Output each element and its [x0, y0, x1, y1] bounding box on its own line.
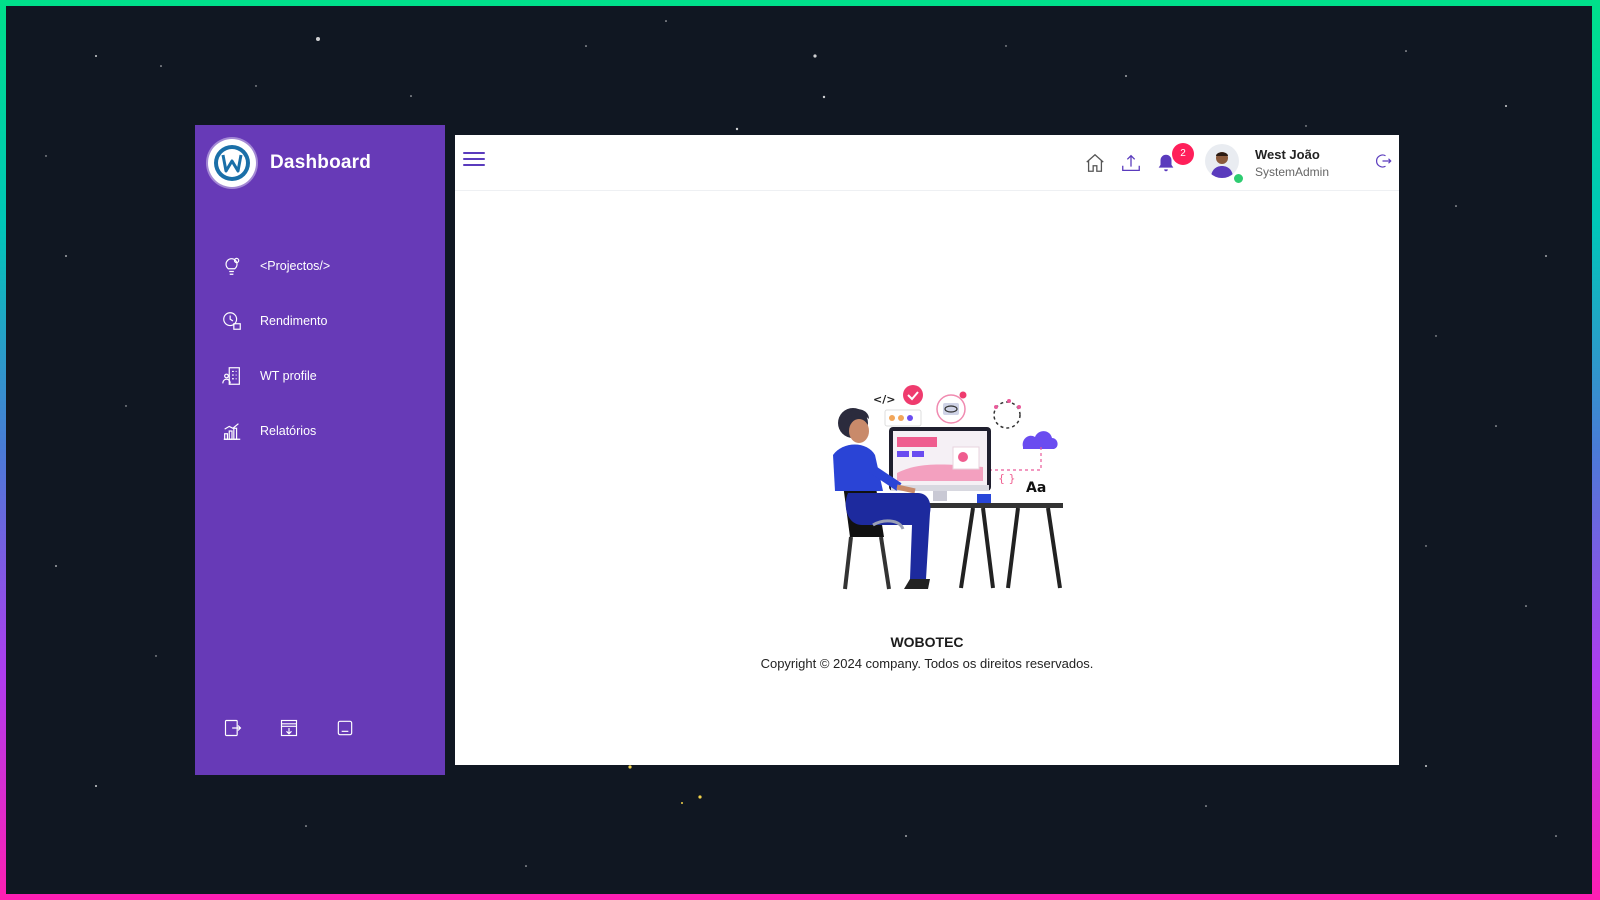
aa-text: Aa [1026, 480, 1046, 496]
copyright-text: Copyright © 2024 company. Todos os direi… [760, 656, 1094, 671]
sidebar-bottom-actions [223, 718, 355, 738]
building-profile-icon [222, 366, 240, 385]
user-role: SystemAdmin [1255, 165, 1330, 179]
brand-title: Dashboard [270, 152, 372, 173]
sidebar-item-label: Relatórios [260, 423, 317, 438]
main-panel: 2 West João SystemAdmin </> { } Aa WOBOT… [455, 135, 1399, 765]
user-name: West João [1255, 147, 1320, 162]
code-tag-text: </> [873, 393, 895, 406]
sidebar-nav: <Projectos/> Rendimento WT profile Relat… [221, 238, 431, 458]
sidebar-item-rendimento[interactable]: Rendimento [221, 293, 431, 348]
sidebar-item-label: <Projectos/> [260, 258, 331, 273]
top-bar: 2 West João SystemAdmin [455, 135, 1399, 191]
home-icon[interactable] [1084, 152, 1106, 174]
logout-icon[interactable] [1375, 152, 1393, 170]
sidebar-item-label: WT profile [260, 368, 317, 383]
company-name: WOBOTEC [890, 634, 964, 650]
notification-badge: 2 [1172, 143, 1194, 165]
sidebar-item-relatorios[interactable]: Relatórios [221, 403, 431, 458]
online-status-indicator [1232, 172, 1245, 185]
lightbulb-gear-icon [225, 257, 240, 275]
download-doc-icon[interactable] [279, 718, 299, 738]
sidebar: Dashboard <Projectos/> Rendimento WT pro… [195, 125, 445, 775]
wobotec-logo-icon [214, 145, 250, 181]
minimize-icon[interactable] [335, 718, 355, 738]
exit-icon[interactable] [223, 718, 243, 738]
bar-chart-icon [223, 422, 241, 440]
sidebar-item-wt-profile[interactable]: WT profile [221, 348, 431, 403]
braces-text: { } [998, 472, 1016, 485]
performance-icon [223, 311, 241, 330]
sidebar-item-label: Rendimento [260, 313, 328, 328]
menu-icon[interactable] [463, 152, 485, 170]
logo[interactable] [208, 139, 256, 187]
brand[interactable]: Dashboard [208, 139, 371, 187]
sidebar-item-projectos[interactable]: <Projectos/> [221, 238, 431, 293]
developer-illustration: </> { } Aa [833, 385, 1063, 590]
upload-icon[interactable] [1120, 152, 1142, 174]
